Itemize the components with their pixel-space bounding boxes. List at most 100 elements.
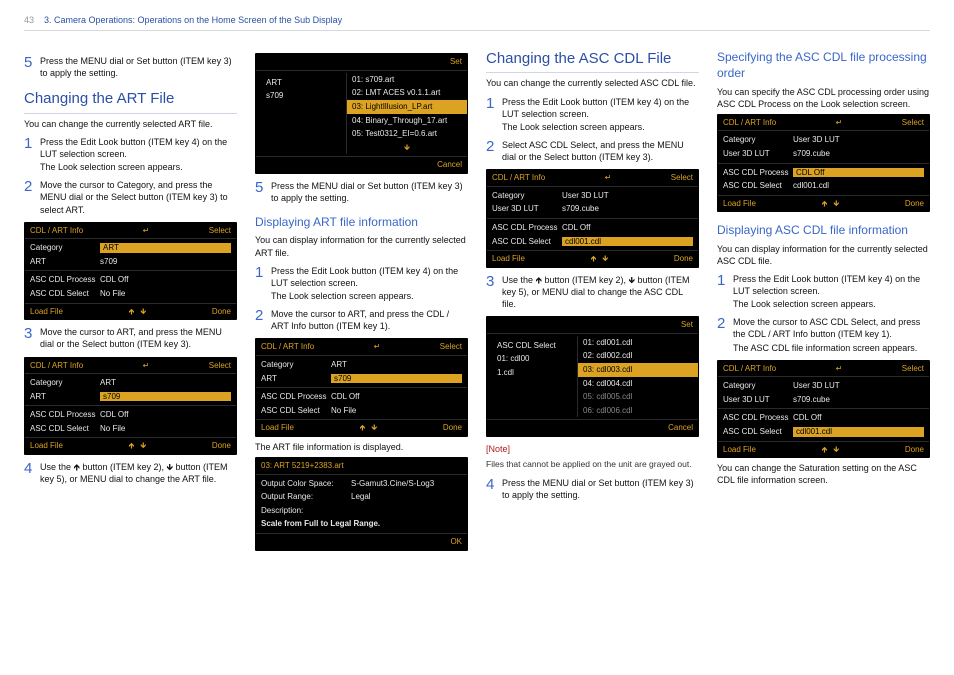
- list-item: 02: cdl002.cdl: [578, 349, 698, 363]
- screen-title: CDL / ART Info: [30, 361, 83, 371]
- load-file-label: Load File: [261, 423, 294, 433]
- camera-screen: CDL / ART Info ↵ Select CategoryART ARTs…: [24, 222, 237, 321]
- list-item: 04: Binary_Through_17.art: [347, 114, 467, 128]
- step-text: Press the Edit Look button (ITEM key 4) …: [271, 265, 468, 302]
- step-number: 2: [255, 308, 266, 332]
- list-item-selected: 03: cdl003.cdl: [578, 363, 698, 377]
- step-number: 2: [717, 316, 728, 353]
- table-row: ART: [261, 76, 341, 90]
- down-arrow-icon: 🡻: [140, 307, 146, 317]
- done-label: Done: [212, 441, 231, 451]
- list-item: 01: s709.art: [347, 73, 467, 87]
- list-item: 04: cdl004.cdl: [578, 377, 698, 391]
- step: 2 Move the cursor to Category, and press…: [24, 179, 237, 215]
- step-number: 3: [24, 326, 35, 350]
- load-file-label: Load File: [30, 307, 63, 317]
- step: 3 Use the 🡹 button (ITEM key 2), 🡻 butto…: [486, 274, 699, 310]
- up-arrow-icon: 🡹: [360, 423, 366, 433]
- step-number: 1: [24, 136, 35, 173]
- table-row: s709: [261, 89, 341, 103]
- step-text: Press the MENU dial or Set button (ITEM …: [40, 55, 237, 79]
- set-label: Set: [450, 57, 462, 67]
- column-1: 5 Press the MENU dial or Set button (ITE…: [24, 49, 237, 554]
- step: 4 Use the 🡹 button (ITEM key 2), 🡻 butto…: [24, 461, 237, 485]
- table-row: User 3D LUTs709.cube: [718, 393, 929, 407]
- table-row: ARTs709: [256, 372, 467, 386]
- table-row: Output Range:Legal: [256, 490, 467, 504]
- table-row: CategoryUser 3D LUT: [718, 379, 929, 393]
- page: 43 3. Camera Operations: Operations on t…: [0, 0, 954, 675]
- screen-title: CDL / ART Info: [723, 118, 776, 128]
- step: 1 Press the Edit Look button (ITEM key 4…: [717, 273, 930, 310]
- step: 5 Press the MENU dial or Set button (ITE…: [24, 55, 237, 79]
- camera-screen: CDL / ART Info ↵ Select CategoryUser 3D …: [717, 114, 930, 213]
- step-number: 5: [24, 55, 35, 79]
- step-number: 1: [486, 96, 497, 133]
- breadcrumb: 3. Camera Operations: Operations on the …: [44, 14, 342, 26]
- list-item-disabled: 05: cdl005.cdl: [578, 390, 698, 404]
- step-text: Move the cursor to ASC CDL Select, and p…: [733, 316, 930, 353]
- table-row: ASC CDL ProcessCDL Off: [487, 221, 698, 235]
- return-icon: ↵: [836, 364, 843, 374]
- done-label: Done: [905, 199, 924, 209]
- up-arrow-icon: 🡹: [822, 199, 828, 209]
- list-item: 01: cdl001.cdl: [578, 336, 698, 350]
- columns: 5 Press the MENU dial or Set button (ITE…: [24, 45, 930, 554]
- load-file-label: Load File: [723, 445, 756, 455]
- done-label: Done: [443, 423, 462, 433]
- screen-title: CDL / ART Info: [30, 226, 83, 236]
- note-text: Files that cannot be applied on the unit…: [486, 459, 699, 470]
- table-row: CategoryART: [25, 376, 236, 390]
- step-number: 4: [486, 477, 497, 501]
- subsection-heading: Displaying ASC CDL file information: [717, 222, 930, 238]
- screen-title: CDL / ART Info: [261, 342, 314, 352]
- step-number: 4: [24, 461, 35, 485]
- step: 1 Press the Edit Look button (ITEM key 4…: [255, 265, 468, 302]
- page-header: 43 3. Camera Operations: Operations on t…: [24, 14, 930, 31]
- step-text: Move the cursor to Category, and press t…: [40, 179, 237, 215]
- load-file-label: Load File: [30, 441, 63, 451]
- table-row: CategoryART: [25, 241, 236, 255]
- column-3: Changing the ASC CDL File You can change…: [486, 49, 699, 554]
- camera-screen: CDL / ART Info ↵ Select CategoryART ARTs…: [24, 357, 237, 456]
- section-heading: Changing the ASC CDL File: [486, 49, 699, 73]
- table-row: CategoryUser 3D LUT: [718, 133, 929, 147]
- table-row: ASC CDL ProcessCDL Off: [718, 166, 929, 180]
- table-row: ASC CDL Selectcdl001.cdl: [718, 179, 929, 193]
- table-row: ASC CDL ProcessCDL Off: [25, 273, 236, 287]
- section-heading: Changing the ART File: [24, 89, 237, 113]
- list-item-selected: 03: LightIllusion_LP.art: [347, 100, 467, 114]
- select-label: Select: [902, 364, 924, 374]
- page-number: 43: [24, 14, 34, 26]
- table-row: ASC CDL Selectcdl001.cdl: [487, 235, 698, 249]
- table-row: ASC CDL SelectNo File: [25, 287, 236, 301]
- column-4: Specifying the ASC CDL file processing o…: [717, 49, 930, 554]
- caption: The ART file information is displayed.: [255, 441, 468, 453]
- cancel-label: Cancel: [668, 423, 693, 433]
- info-header: 03: ART 5219+2383.art: [261, 461, 344, 471]
- return-icon: ↵: [374, 342, 381, 352]
- step-text: Press the MENU dial or Set button (ITEM …: [271, 180, 468, 204]
- table-row: ASC CDL ProcessCDL Off: [256, 390, 467, 404]
- step: 1 Press the Edit Look button (ITEM key 4…: [24, 136, 237, 173]
- screen-title: CDL / ART Info: [723, 364, 776, 374]
- return-icon: ↵: [836, 118, 843, 128]
- table-row: Description:: [256, 504, 467, 518]
- camera-screen-info: 03: ART 5219+2383.art Output Color Space…: [255, 457, 468, 551]
- step-number: 1: [717, 273, 728, 310]
- step-text: Use the 🡹 button (ITEM key 2), 🡻 button …: [40, 461, 237, 485]
- done-label: Done: [905, 445, 924, 455]
- step: 2 Move the cursor to ART, and press the …: [255, 308, 468, 332]
- step: 2 Select ASC CDL Select, and press the M…: [486, 139, 699, 163]
- down-arrow-icon: 🡻: [833, 199, 839, 209]
- table-row: ASC CDL Selectcdl001.cdl: [718, 425, 929, 439]
- table-row: ARTs709: [25, 390, 236, 404]
- table-row: ASC CDL Select: [492, 339, 572, 353]
- down-arrow-icon: 🡻: [602, 254, 608, 264]
- table-row: ARTs709: [25, 255, 236, 269]
- done-label: Done: [674, 254, 693, 264]
- intro-text: You can display information for the curr…: [255, 234, 468, 258]
- table-row: ASC CDL SelectNo File: [256, 404, 467, 418]
- table-row: User 3D LUTs709.cube: [718, 147, 929, 161]
- select-label: Select: [440, 342, 462, 352]
